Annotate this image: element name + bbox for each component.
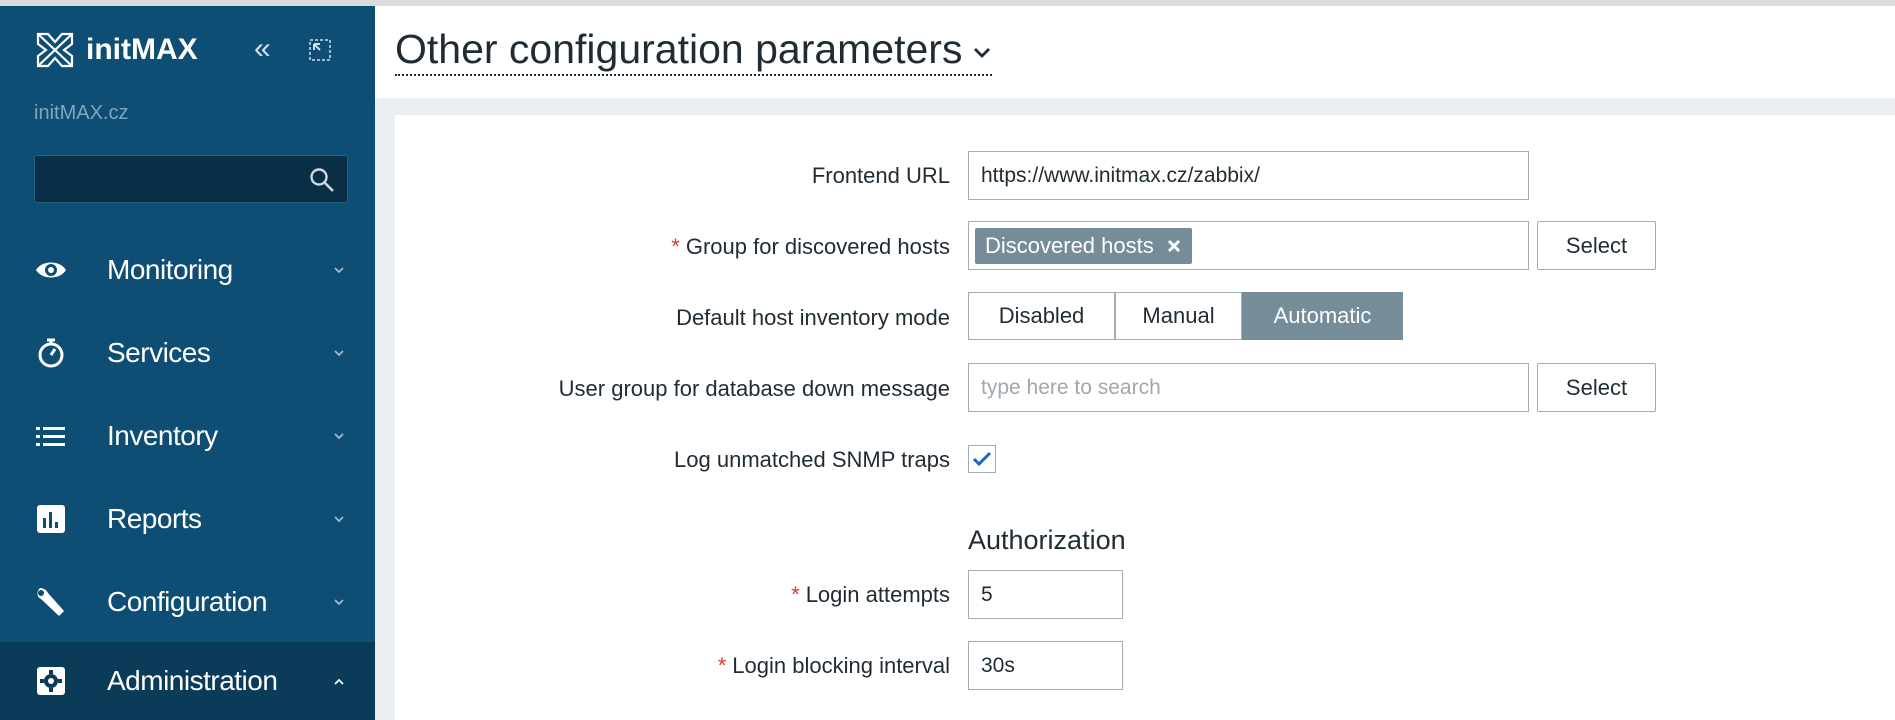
blocking-interval-label: * Login blocking interval — [717, 653, 950, 678]
inventory-mode-disabled[interactable]: Disabled — [968, 292, 1115, 340]
blocking-interval-input[interactable]: 30s — [968, 641, 1123, 690]
required-marker: * — [717, 653, 727, 678]
sidebar-item-reports[interactable]: Reports — [0, 483, 375, 555]
sidebar-item-label: Monitoring — [107, 254, 233, 285]
label-column: Frontend URL * Group for discovered hosts… — [395, 115, 950, 720]
brand-name: initMAX — [86, 33, 198, 66]
sidebar-item-services[interactable]: Services — [0, 317, 375, 389]
db-down-group-label: User group for database down message — [558, 376, 950, 401]
kiosk-mode-icon[interactable] — [308, 38, 332, 62]
required-marker: * — [671, 234, 680, 259]
frontend-url-input[interactable]: https://www.initmax.cz/zabbix/ — [968, 151, 1529, 200]
discovered-group-multiselect[interactable]: Discovered hosts — [968, 221, 1529, 270]
double-chevron-left-icon: « — [254, 32, 271, 65]
db-down-group-search-input[interactable]: type here to search — [968, 363, 1529, 412]
inventory-mode-label: Default host inventory mode — [676, 305, 950, 330]
sidebar-item-label: Services — [107, 337, 211, 368]
sidebar-item-label: Reports — [107, 503, 202, 534]
discovered-group-label: * Group for discovered hosts — [671, 234, 950, 259]
login-attempts-input[interactable]: 5 — [968, 570, 1123, 619]
list-icon — [36, 427, 65, 446]
snmp-traps-label: Log unmatched SNMP traps — [674, 447, 950, 472]
search-icon[interactable] — [309, 167, 335, 193]
wrench-icon — [37, 588, 64, 616]
sidebar-item-configuration[interactable]: Configuration — [0, 566, 375, 638]
chevron-down-icon — [334, 516, 344, 523]
chevron-down-icon — [334, 599, 344, 606]
organization-name: initMAX.cz — [34, 102, 129, 124]
inventory-mode-automatic[interactable]: Automatic — [1242, 292, 1403, 340]
main-form: Frontend URL * Group for discovered hosts… — [395, 115, 1895, 720]
required-marker: * — [791, 582, 800, 607]
page-title-dropdown[interactable]: Other configuration parameters — [395, 26, 993, 76]
sidebar-item-label: Configuration — [107, 586, 268, 617]
collapse-sidebar-button[interactable]: « — [254, 34, 271, 64]
chevron-up-icon — [334, 678, 344, 685]
sidebar-item-inventory[interactable]: Inventory — [0, 400, 375, 472]
authorization-section-title: Authorization — [968, 525, 1126, 555]
chevron-down-icon — [334, 267, 344, 274]
stopwatch-icon — [38, 338, 64, 368]
chevron-down-icon — [334, 433, 344, 440]
select-user-group-button[interactable]: Select — [1537, 363, 1656, 412]
logo[interactable]: initMAX — [34, 30, 198, 70]
page-title: Other configuration parameters — [395, 26, 963, 72]
sidebar-item-administration[interactable]: Administration — [0, 642, 375, 720]
snmp-traps-checkbox[interactable] — [968, 445, 996, 473]
eye-icon — [36, 262, 66, 278]
frontend-url-label: Frontend URL — [811, 163, 950, 188]
sidebar-search-input[interactable] — [34, 155, 348, 203]
initmax-logo-icon — [36, 32, 74, 68]
sidebar: initMAX « initMAX.cz Monitoring Services — [0, 6, 375, 720]
remove-chip-icon[interactable] — [1166, 238, 1182, 254]
inventory-mode-segmented: Disabled Manual Automatic — [968, 292, 1403, 340]
sidebar-item-label: Inventory — [107, 420, 218, 451]
sidebar-item-monitoring[interactable]: Monitoring — [0, 234, 375, 306]
sidebar-item-label: Administration — [107, 665, 278, 696]
chevron-down-icon — [974, 48, 991, 59]
inventory-mode-manual[interactable]: Manual — [1115, 292, 1242, 340]
bar-chart-icon — [37, 505, 65, 533]
gear-icon — [37, 667, 65, 695]
select-group-button[interactable]: Select — [1537, 221, 1656, 270]
chevron-down-icon — [334, 350, 344, 357]
login-attempts-label: * Login attempts — [791, 582, 950, 607]
selected-group-chip: Discovered hosts — [975, 228, 1192, 264]
page-header: Other configuration parameters — [375, 6, 1895, 98]
checkmark-icon — [972, 451, 992, 467]
